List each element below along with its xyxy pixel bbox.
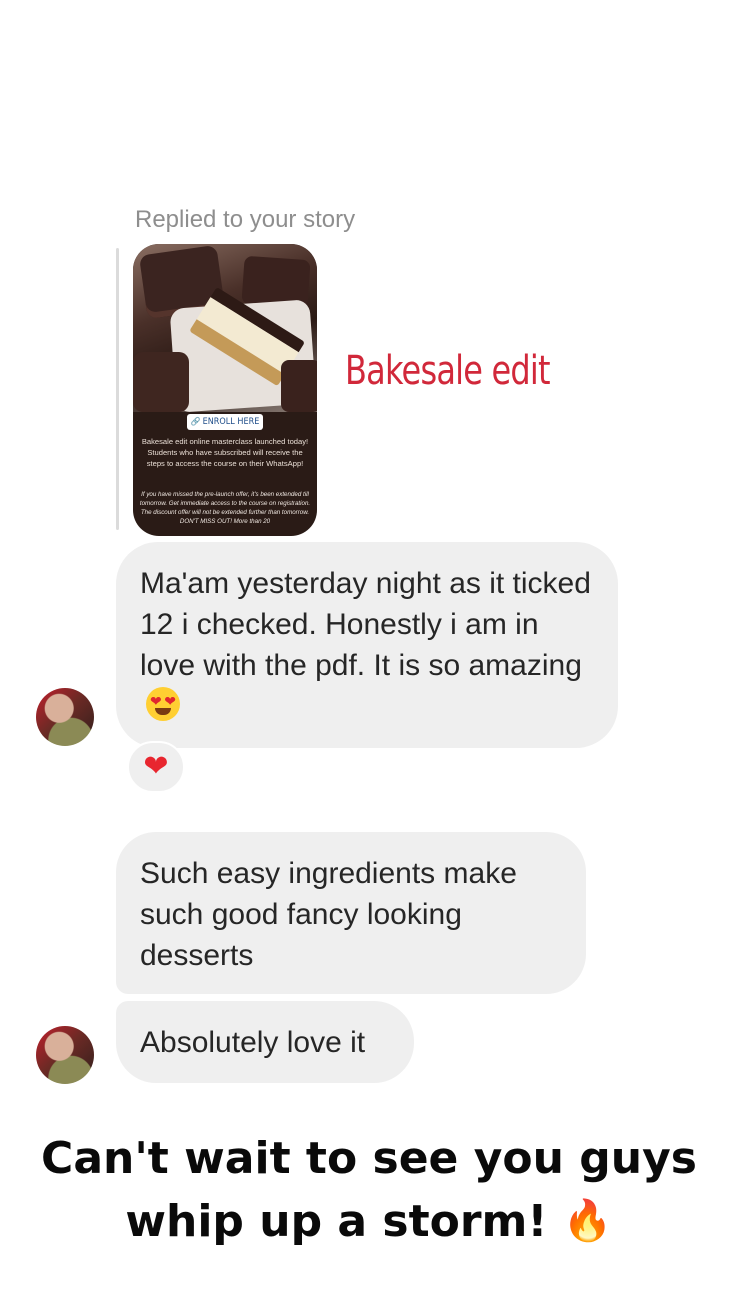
enroll-label: ENROLL HERE [202, 417, 260, 427]
replied-to-story-label: Replied to your story [135, 206, 356, 233]
story-fine-print: If you have missed the pre-launch offer,… [139, 491, 311, 525]
fire-icon: 🔥 [562, 1198, 613, 1244]
message-text: Ma'am yesterday night as it ticked 12 i … [140, 567, 591, 682]
closing-line-2: whip up a storm! 🔥 [0, 1190, 738, 1253]
story-dessert-photo [133, 244, 317, 413]
message-text: Absolutely love it [140, 1026, 366, 1059]
message-bubble[interactable]: Such easy ingredients make such good fan… [116, 832, 586, 994]
heart-eyes-emoji-icon: ❤ ❤ [146, 687, 180, 721]
closing-line-2-text: whip up a storm! [125, 1196, 548, 1247]
enroll-link-sticker: 🔗 ENROLL HERE [187, 414, 263, 430]
heart-icon: ❤ [143, 750, 169, 783]
message-bubble[interactable]: Ma'am yesterday night as it ticked 12 i … [116, 542, 618, 748]
story-caption: Bakesale edit online masterclass launche… [141, 437, 309, 468]
message-text: Such easy ingredients make such good fan… [140, 857, 517, 972]
sender-avatar[interactable] [36, 1026, 94, 1084]
closing-caption: Can't wait to see you guys whip up a sto… [0, 1128, 738, 1253]
closing-line-1: Can't wait to see you guys [41, 1133, 697, 1184]
sender-avatar[interactable] [36, 688, 94, 746]
heart-reaction[interactable]: ❤ [127, 741, 185, 793]
link-icon: 🔗 [190, 417, 201, 426]
reply-indicator-bar [116, 248, 119, 530]
story-title: Bakesale edit [345, 348, 551, 394]
story-thumbnail[interactable]: 🔗 ENROLL HERE Bakesale edit online master… [133, 244, 317, 536]
message-bubble[interactable]: Absolutely love it [116, 1001, 414, 1083]
